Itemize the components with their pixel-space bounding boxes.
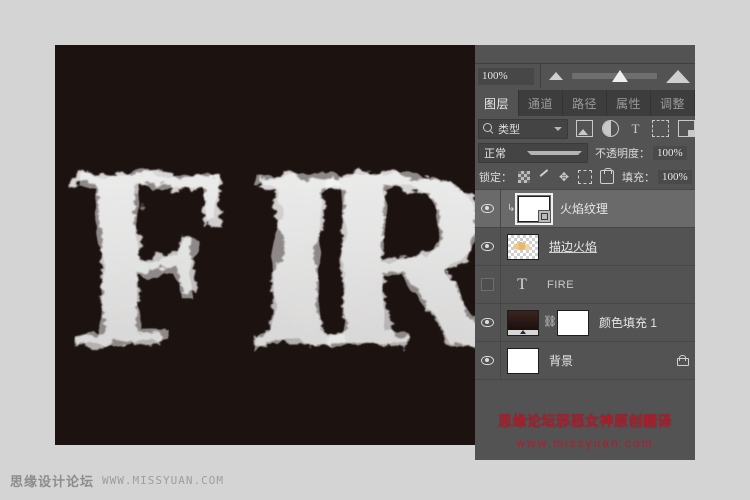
opacity-value[interactable]: 100% bbox=[653, 146, 687, 160]
lock-icon-group: ✥ bbox=[518, 168, 614, 184]
tab-adjustments[interactable]: 调整 bbox=[651, 90, 695, 116]
layer-name[interactable]: FIRE bbox=[547, 279, 695, 291]
caption-forum-name: 思缘设计论坛 bbox=[10, 473, 95, 489]
smart-object-filter-icon[interactable] bbox=[678, 120, 695, 137]
layer-thumbnail[interactable] bbox=[507, 347, 539, 374]
lock-transparency-icon[interactable] bbox=[518, 171, 530, 183]
eye-icon bbox=[481, 242, 494, 251]
filter-type-icons: T bbox=[576, 120, 695, 137]
link-icon[interactable]: ⛓ bbox=[543, 317, 557, 328]
adjustment-filter-icon[interactable] bbox=[602, 120, 619, 137]
layer-visibility-toggle[interactable] bbox=[475, 228, 501, 265]
lock-label: 锁定： bbox=[479, 172, 512, 184]
smart-object-badge-icon bbox=[538, 209, 551, 223]
layer-thumbnail[interactable] bbox=[507, 309, 539, 336]
mountain-small-icon[interactable] bbox=[549, 72, 563, 80]
caption-url: WWW.MISSYUAN.COM bbox=[102, 473, 224, 487]
navigator-panel: 100% bbox=[475, 45, 695, 91]
zoom-slider[interactable] bbox=[572, 70, 657, 82]
chevron-down-icon bbox=[554, 126, 562, 131]
fill-value[interactable]: 100% bbox=[658, 170, 692, 184]
search-icon bbox=[483, 122, 495, 135]
eye-icon bbox=[481, 318, 494, 327]
layer-visibility-toggle[interactable] bbox=[475, 266, 501, 303]
shape-filter-icon[interactable] bbox=[652, 120, 669, 137]
filter-kind-dropdown[interactable]: 类型 bbox=[478, 118, 568, 139]
zoom-control-row: 100% bbox=[475, 64, 695, 88]
mountain-large-icon[interactable] bbox=[666, 69, 690, 83]
flame-text-artwork: F I R F I R bbox=[73, 114, 475, 402]
layer-list: ↳ 火焰纹理 描边火焰 T FIRE ⛓ 颜色填充 1 背景 bbox=[475, 190, 695, 380]
layer-thumbnail-cell: ⛓ bbox=[501, 309, 589, 336]
clipping-mask-arrow-icon: ↳ bbox=[507, 202, 516, 214]
text-layer-icon[interactable]: T bbox=[507, 276, 537, 294]
layer-row[interactable]: 描边火焰 bbox=[475, 228, 695, 266]
lock-all-icon[interactable] bbox=[600, 168, 614, 184]
document-canvas[interactable]: F I R F I R bbox=[55, 45, 475, 445]
zoom-slider-thumb[interactable] bbox=[611, 70, 628, 82]
layers-dock: 100% 图层 通道 路径 属性 调整 类型 T 正常 不透明度： 100% 锁… bbox=[475, 45, 695, 460]
layer-name[interactable]: 背景 bbox=[549, 352, 677, 369]
layer-thumbnail-cell: ↳ bbox=[501, 192, 553, 225]
layer-row[interactable]: 背景 bbox=[475, 342, 695, 380]
lock-row: 锁定： ✥ 填充： 100% bbox=[475, 165, 695, 190]
lock-artboard-icon[interactable] bbox=[578, 170, 592, 184]
layer-visibility-toggle[interactable] bbox=[475, 190, 501, 227]
layer-name[interactable]: 描边火焰 bbox=[549, 238, 695, 255]
zoom-value-field[interactable]: 100% bbox=[478, 67, 534, 85]
watermark-url: www.missyuan.com bbox=[516, 435, 654, 450]
layer-thumbnail[interactable] bbox=[507, 233, 539, 260]
layer-visibility-toggle[interactable] bbox=[475, 342, 501, 379]
divider bbox=[540, 64, 541, 88]
tab-properties[interactable]: 属性 bbox=[607, 90, 651, 116]
lock-brush-icon[interactable] bbox=[538, 171, 550, 183]
panel-tab-bar: 图层 通道 路径 属性 调整 bbox=[475, 90, 695, 116]
filter-kind-label: 类型 bbox=[498, 123, 520, 136]
blend-mode-value: 正常 bbox=[484, 148, 506, 160]
bottom-caption-bar: 思缘设计论坛 WWW.MISSYUAN.COM bbox=[0, 460, 750, 500]
layer-thumbnail[interactable] bbox=[515, 192, 553, 225]
layer-row[interactable]: T FIRE bbox=[475, 266, 695, 304]
tab-layers[interactable]: 图层 bbox=[475, 90, 519, 116]
fill-label: 填充： bbox=[622, 172, 655, 184]
lock-icon bbox=[677, 355, 689, 366]
tab-paths[interactable]: 路径 bbox=[563, 90, 607, 116]
layer-mask-thumbnail[interactable] bbox=[557, 309, 589, 336]
text-filter-icon[interactable]: T bbox=[628, 121, 643, 136]
layer-thumbnail-cell bbox=[501, 233, 539, 260]
eye-icon bbox=[481, 204, 494, 213]
blend-mode-row: 正常 不透明度： 100% bbox=[475, 141, 695, 165]
image-filter-icon[interactable] bbox=[576, 120, 593, 137]
eye-icon bbox=[481, 356, 494, 365]
opacity-label: 不透明度： bbox=[595, 148, 650, 160]
layer-name[interactable]: 火焰纹理 bbox=[560, 200, 695, 217]
watermark-block: 思缘论坛邪恶女神原创翻译 www.missyuan.com bbox=[475, 400, 695, 460]
layer-row[interactable]: ⛓ 颜色填充 1 bbox=[475, 304, 695, 342]
watermark-forum-text: 思缘论坛邪恶女神原创翻译 bbox=[498, 412, 672, 429]
flame-letter-R-overlay: R bbox=[317, 114, 475, 402]
eye-off-icon bbox=[481, 278, 494, 291]
blend-mode-dropdown[interactable]: 正常 bbox=[478, 143, 588, 163]
layer-thumbnail-cell bbox=[501, 347, 539, 374]
photoshop-window: F I R F I R 100% 图层 通道 路径 属性 调整 类型 T 正常 … bbox=[0, 0, 750, 500]
chevron-down-icon bbox=[526, 151, 582, 155]
flame-letter-F-overlay: F bbox=[73, 114, 232, 402]
layer-filter-row: 类型 T bbox=[475, 116, 695, 142]
lock-move-icon[interactable]: ✥ bbox=[558, 171, 570, 183]
tab-channels[interactable]: 通道 bbox=[519, 90, 563, 116]
layer-thumbnail-cell: T bbox=[501, 276, 537, 294]
navigator-preview-area bbox=[475, 45, 695, 64]
layer-row[interactable]: ↳ 火焰纹理 bbox=[475, 190, 695, 228]
layer-name[interactable]: 颜色填充 1 bbox=[599, 314, 695, 331]
layer-visibility-toggle[interactable] bbox=[475, 304, 501, 341]
